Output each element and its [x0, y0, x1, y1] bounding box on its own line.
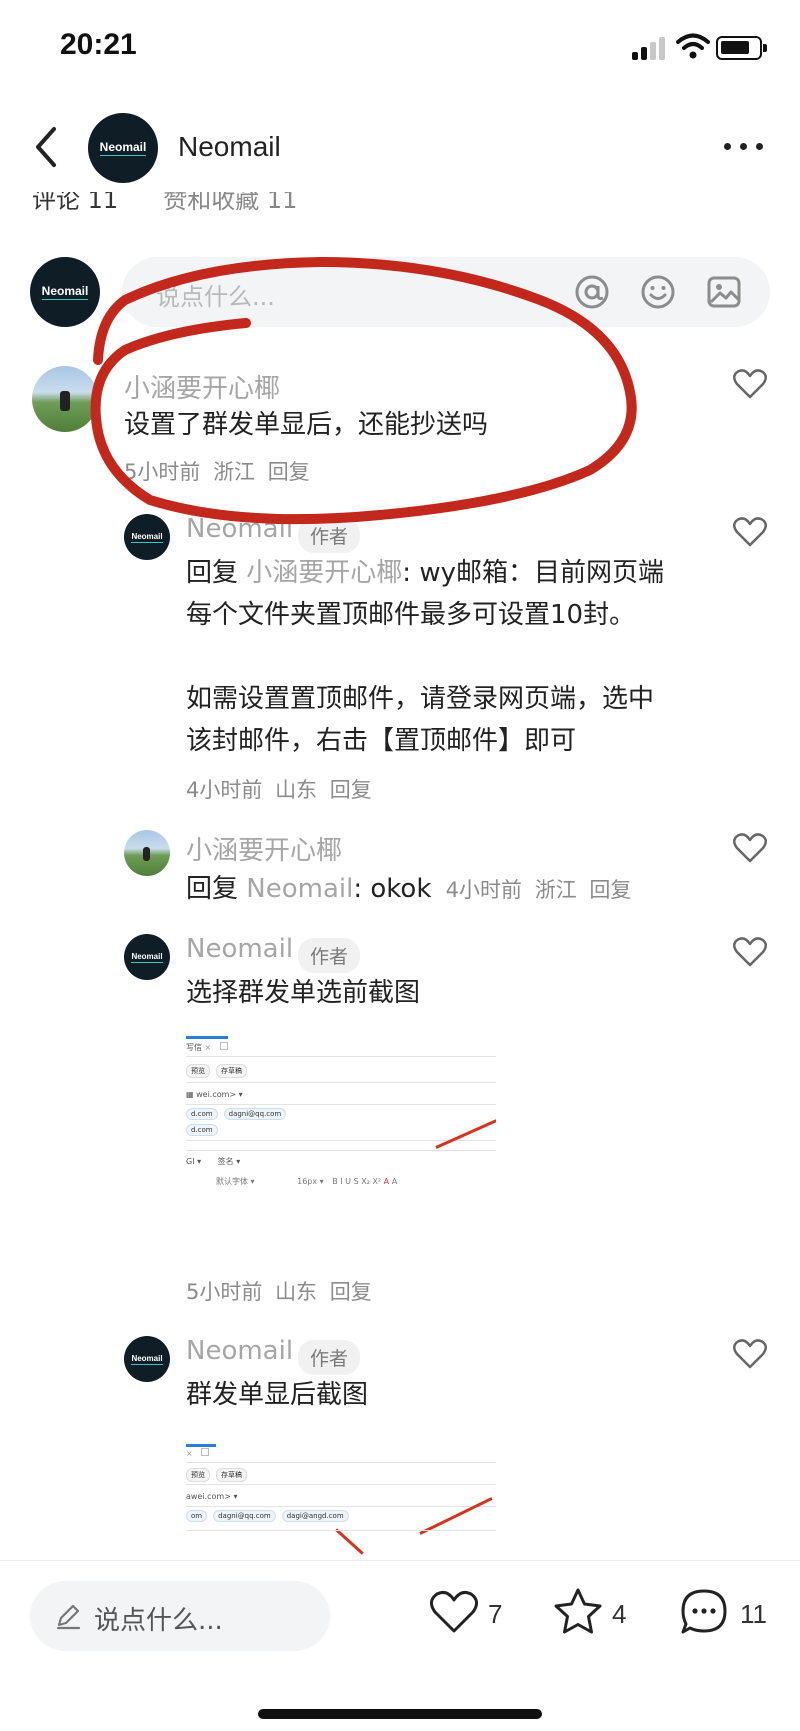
reply-to-user[interactable]: Neomail [246, 874, 353, 904]
like-heart-icon[interactable] [732, 368, 768, 400]
attached-screenshot[interactable]: × 预览 存草稿 awei.com> ▾ om dagni@qq.com dagi@a… [186, 1444, 496, 1560]
comment-time: 5小时前 [124, 460, 201, 484]
author-badge: 作者 [298, 938, 361, 973]
cellular-signal-icon [632, 36, 666, 60]
comment-item: 小涵要开心椰 设置了群发单显后，还能抄送吗 5小时前 浙江 回复 [0, 362, 800, 484]
reply-meta: 4小时前 山东 回复 [186, 774, 378, 804]
comment-button[interactable]: 11 [678, 1589, 778, 1639]
reply-avatar[interactable] [124, 830, 170, 876]
reply-item: Neomail Neomail 作者 回复 小涵要开心椰: wy邮箱：目前网页端… [0, 510, 800, 810]
reply-text: 回复 Neomail: okok 4小时前 浙江 回复 [186, 868, 637, 911]
neomail-logo: Neomail [131, 1353, 163, 1365]
comment-location: 浙江 [213, 460, 256, 484]
reply-avatar[interactable]: Neomail [124, 1336, 170, 1382]
attached-screenshot[interactable]: 写信 × 预览 存草稿 ▦ wei.com> ▾ d.com dagni@qq.co… [186, 1036, 496, 1196]
reply-username[interactable]: 小涵要开心椰 [186, 830, 342, 867]
image-icon[interactable] [706, 274, 742, 310]
reply-prefix: 回复 [186, 558, 239, 588]
comment-input-placeholder: 说点什么... [156, 283, 275, 311]
star-icon [554, 1588, 602, 1634]
my-avatar: Neomail [30, 257, 100, 327]
heart-icon [430, 1591, 478, 1633]
like-count: 7 [488, 1599, 503, 1629]
home-indicator [258, 1709, 542, 1719]
reply-item: Neomail Neomail 作者 群发单显后截图 × 预览 存草稿 awei.… [0, 1334, 800, 1560]
header-title[interactable]: Neomail [178, 131, 281, 163]
reply-link[interactable]: 回复 [589, 878, 631, 902]
like-heart-icon[interactable] [732, 832, 768, 864]
author-badge: 作者 [298, 518, 361, 553]
reply-text: 群发单显后截图 [186, 1380, 369, 1410]
neomail-logo: Neomail [41, 284, 89, 300]
header-avatar[interactable]: Neomail [88, 113, 158, 183]
bottom-input-placeholder: 说点什么... [94, 1606, 223, 1636]
neomail-logo: Neomail [131, 531, 163, 543]
tab-comments[interactable]: 评论 11 [32, 192, 118, 214]
reply-username[interactable]: Neomail [186, 1336, 293, 1366]
reply-avatar[interactable]: Neomail [124, 514, 170, 560]
neomail-logo: Neomail [131, 951, 163, 963]
favorite-button[interactable]: 4 [552, 1588, 632, 1639]
favorite-count: 4 [612, 1599, 627, 1629]
bottom-comment-input[interactable]: 说点什么... [30, 1581, 330, 1651]
bottom-action-bar: 说点什么... 7 4 11 [0, 1560, 800, 1731]
comment-count: 11 [740, 1599, 767, 1629]
comment-input[interactable]: 说点什么... [122, 257, 770, 327]
wifi-icon [676, 33, 710, 59]
like-button[interactable]: 7 [428, 1589, 508, 1639]
like-heart-icon[interactable] [732, 1338, 768, 1370]
like-heart-icon[interactable] [732, 516, 768, 548]
reply-text: 回复 小涵要开心椰: wy邮箱：目前网页端 每个文件夹置顶邮件最多可设置10封。… [186, 552, 664, 762]
reply-item: Neomail Neomail 作者 选择群发单选前截图 写信 × 预览 存草稿 … [0, 932, 800, 1312]
reply-item: 小涵要开心椰 回复 Neomail: okok 4小时前 浙江 回复 [0, 828, 800, 908]
back-arrow-icon[interactable] [30, 125, 66, 169]
at-mention-icon[interactable] [574, 274, 610, 310]
reply-avatar[interactable]: Neomail [124, 934, 170, 980]
reply-link[interactable]: 回复 [330, 1280, 372, 1304]
pencil-icon [56, 1604, 81, 1630]
neomail-logo: Neomail [99, 140, 147, 156]
reply-meta: 4小时前 浙江 回复 [445, 878, 632, 902]
compose-row: Neomail 说点什么... [0, 255, 800, 327]
status-time: 20:21 [60, 28, 137, 61]
battery-icon [716, 36, 767, 60]
reply-username[interactable]: Neomail [186, 934, 293, 964]
reply-link[interactable]: 回复 [268, 460, 310, 484]
tab-likes-favorites[interactable]: 赞和收藏 11 [163, 192, 297, 214]
reply-username[interactable]: Neomail [186, 514, 293, 544]
reply-location: 山东 [275, 778, 318, 802]
comment-meta: 5小时前 浙江 回复 [124, 456, 316, 486]
reply-to-user[interactable]: 小涵要开心椰 [246, 558, 402, 588]
status-bar: 20:21 [0, 0, 800, 95]
like-heart-icon[interactable] [732, 936, 768, 968]
comment-tabs: 评论 11 赞和收藏 11 [32, 192, 432, 214]
emoji-icon[interactable] [640, 274, 676, 310]
reply-text: 选择群发单选前截图 [186, 978, 421, 1008]
reply-meta: 5小时前 山东 回复 [186, 1280, 372, 1304]
comment-text: 设置了群发单显后，还能抄送吗 [124, 410, 489, 440]
reply-line: 回复 小涵要开心椰: wy邮箱：目前网页端 [186, 558, 664, 588]
comment-username[interactable]: 小涵要开心椰 [124, 368, 280, 405]
chat-bubble-icon [681, 1589, 727, 1634]
author-badge: 作者 [298, 1340, 361, 1375]
reply-link[interactable]: 回复 [330, 778, 372, 802]
more-options-icon[interactable] [724, 143, 764, 153]
reply-time: 4小时前 [186, 778, 263, 802]
header: Neomail Neomail [0, 95, 800, 195]
user-avatar[interactable] [32, 366, 98, 432]
